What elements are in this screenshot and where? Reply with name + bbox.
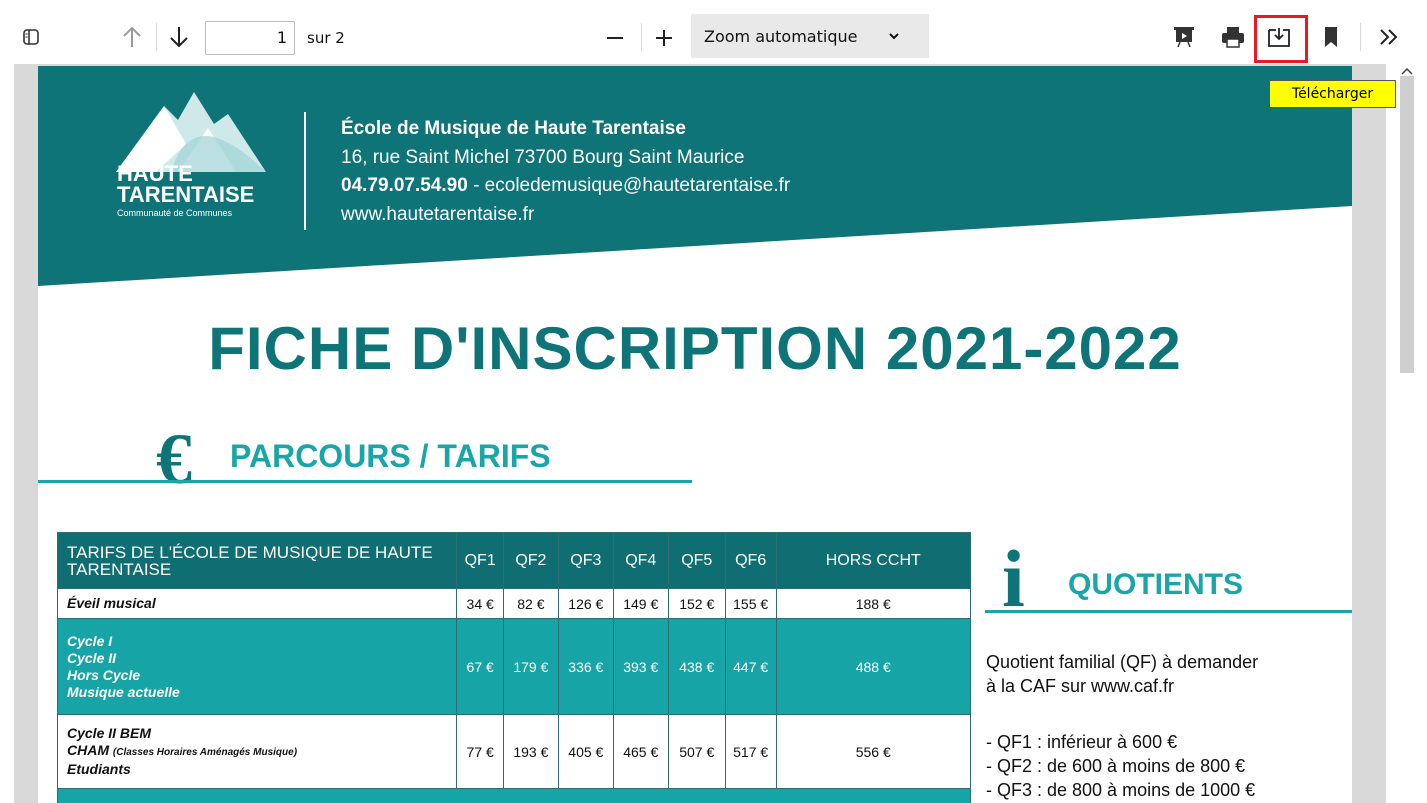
section-title-tarifs: PARCOURS / TARIFS — [230, 438, 551, 474]
table-cell: 152 € — [667, 588, 726, 619]
school-name: École de Musique de Haute Tarentaise — [341, 118, 686, 139]
row-label-line: Hors Cycle — [67, 666, 141, 683]
row-label: Éveil musical — [56, 588, 458, 619]
table-cell: 556 € — [775, 714, 972, 789]
zoom-select-label: Zoom automatique — [704, 26, 858, 46]
row-label-line: Cycle II BEM — [67, 725, 152, 741]
school-email: - ecoledemusique@hautetarentaise.fr — [467, 175, 791, 196]
qf-item: - QF3 : de 800 à moins de 1000 € — [986, 780, 1256, 800]
logo-tarentaise: TARENTAISE — [117, 182, 255, 207]
table-cell: 149 € — [612, 588, 669, 619]
tarifs-table: TARIFS DE L'ÉCOLE DE MUSIQUE DE HAUTE TA… — [56, 532, 972, 803]
scrollbar-thumb[interactable] — [1400, 76, 1414, 373]
toolbar-separator — [1360, 23, 1361, 51]
qf-intro-line1: Quotient familial (QF) à demander — [986, 652, 1259, 672]
row-label: Cycle II BEM CHAM (Classes Horaires Amén… — [56, 714, 458, 789]
section-rule-quotients — [985, 610, 1352, 613]
zoom-out-button[interactable] — [601, 24, 629, 52]
table-header-row: TARIFS DE L'ÉCOLE DE MUSIQUE DE HAUTE TA… — [56, 532, 972, 589]
print-icon[interactable] — [1218, 22, 1248, 52]
column-header: QF5 — [667, 532, 726, 589]
row-label-line: Cycle I — [67, 632, 113, 649]
table-cell: 507 € — [667, 714, 726, 789]
vertical-scrollbar[interactable] — [1386, 64, 1427, 803]
table-cell: 34 € — [456, 588, 504, 619]
table-row: Cycle I Cycle II Hors Cycle Musique actu… — [56, 618, 972, 715]
column-header: HORS CCHT — [775, 532, 972, 589]
qf-item: - QF1 : inférieur à 600 € — [986, 732, 1178, 752]
table-cell: 77 € — [456, 714, 504, 789]
column-header: QF2 — [502, 532, 559, 589]
table-cell: 465 € — [612, 714, 669, 789]
school-address: 16, rue Saint Michel 73700 Bourg Saint M… — [341, 147, 745, 168]
table-row: Cycle II BEM CHAM (Classes Horaires Amén… — [56, 714, 972, 789]
school-website: www.hautetarentaise.fr — [341, 204, 535, 225]
column-header: QF3 — [557, 532, 614, 589]
column-header: QF1 — [456, 532, 504, 589]
toolbar-separator — [641, 23, 642, 51]
row-label: Cycle I Cycle II Hors Cycle Musique actu… — [56, 618, 458, 715]
qf-intro-line2: à la CAF sur www.caf.fr — [986, 676, 1175, 696]
row-label-line: Etudiants — [67, 761, 131, 777]
document-title: FICHE D'INSCRIPTION 2021-2022 — [208, 315, 1182, 382]
scroll-up-arrow-icon[interactable] — [1400, 66, 1414, 76]
row-label-line: CHAM (Classes Horaires Aménagés Musique) — [67, 742, 456, 761]
section-title-quotients: QUOTIENTS — [1068, 568, 1244, 601]
table-cell-cut — [57, 788, 971, 803]
table-cell: 393 € — [612, 618, 669, 715]
table-cell: 188 € — [775, 588, 972, 619]
document-viewer[interactable]: HAUTE TARENTAISE Communauté de Communes … — [14, 64, 1427, 803]
column-header: QF6 — [724, 532, 777, 589]
row-label-line: Musique actuelle — [67, 683, 180, 700]
download-tooltip: Télécharger — [1269, 80, 1396, 108]
row-label-note: (Classes Horaires Aménagés Musique) — [112, 747, 298, 758]
sidebar-toggle-icon[interactable] — [18, 24, 44, 50]
pdf-page: HAUTE TARENTAISE Communauté de Communes … — [38, 66, 1352, 803]
table-cell: 405 € — [557, 714, 614, 789]
table-cell: 488 € — [775, 618, 972, 715]
section-rule-tarifs — [38, 480, 692, 483]
tools-menu-icon[interactable] — [1374, 22, 1404, 52]
row-label-line: Cycle II — [67, 649, 117, 666]
row-label-cham: CHAM — [67, 742, 109, 758]
pdf-toolbar: 1 sur 2 Zoom automatique — [0, 0, 1427, 64]
next-page-button[interactable] — [164, 22, 194, 52]
qf-item: - QF2 : de 600 à moins de 800 € — [986, 756, 1246, 776]
row-label-line: Éveil musical — [67, 595, 156, 611]
zoom-select[interactable]: Zoom automatique — [691, 14, 929, 58]
school-contact: 04.79.07.54.90 - ecoledemusique@hautetar… — [341, 175, 790, 197]
table-cell: 336 € — [557, 618, 614, 715]
page-number-input[interactable]: 1 — [205, 21, 295, 55]
table-cell: 126 € — [557, 588, 614, 619]
table-cell: 193 € — [502, 714, 559, 789]
table-cell: 438 € — [667, 618, 726, 715]
download-highlight-box — [1254, 15, 1308, 63]
table-cell: 179 € — [502, 618, 559, 715]
table-cell: 67 € — [456, 618, 504, 715]
page-count-label: sur 2 — [307, 29, 345, 47]
table-row: Éveil musical 34 € 82 € 126 € 149 € 152 … — [56, 588, 972, 619]
table-cell: 447 € — [724, 618, 777, 715]
table-cell: 82 € — [502, 588, 559, 619]
chevron-down-icon — [889, 33, 899, 40]
table-header-label: TARIFS DE L'ÉCOLE DE MUSIQUE DE HAUTE TA… — [56, 532, 458, 589]
school-phone: 04.79.07.54.90 — [341, 175, 468, 196]
zoom-in-button[interactable] — [650, 24, 678, 52]
toolbar-separator — [156, 23, 157, 51]
bookmark-icon[interactable] — [1318, 22, 1344, 52]
euro-icon: € — [156, 419, 192, 499]
previous-page-button[interactable] — [117, 22, 147, 52]
table-cell: 155 € — [724, 588, 777, 619]
table-row — [57, 788, 971, 803]
header-divider — [304, 112, 306, 230]
logo-subtitle: Communauté de Communes — [117, 208, 233, 218]
table-cell: 517 € — [724, 714, 777, 789]
column-header: QF4 — [612, 532, 669, 589]
presentation-mode-icon[interactable] — [1170, 22, 1198, 52]
